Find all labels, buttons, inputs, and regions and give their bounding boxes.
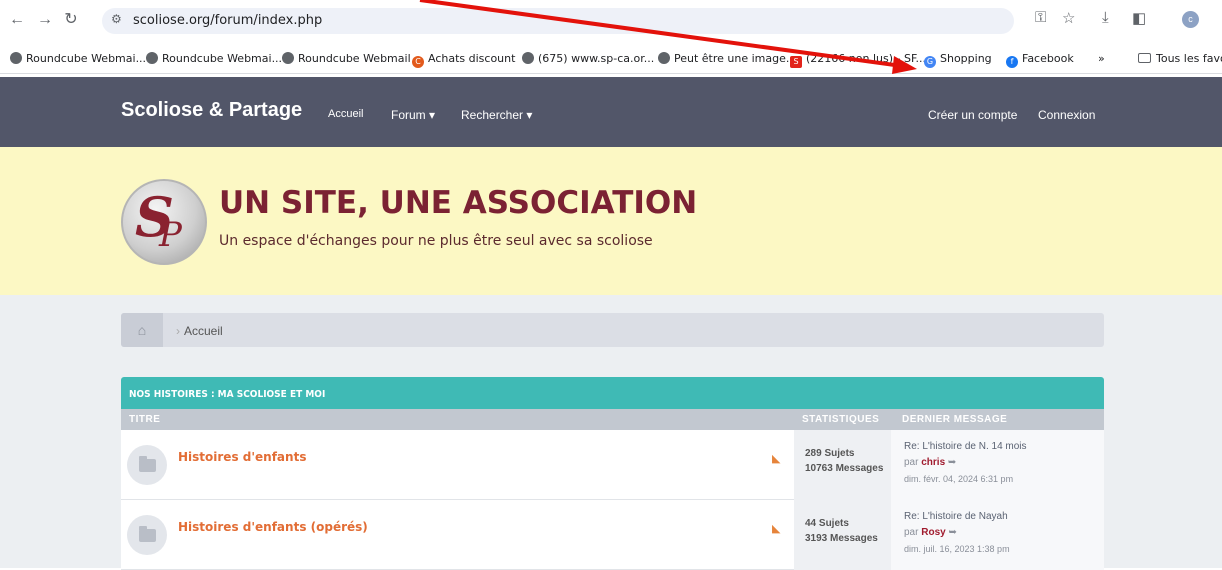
google-icon: G [924,56,936,68]
bookmark-item[interactable]: G Shopping [924,52,992,68]
topic-count: 289 Sujets [805,448,855,459]
logo-letter-p: P [159,215,182,255]
more-bookmarks-button[interactable]: » [1098,52,1105,65]
sfr-icon: S [790,56,802,68]
rss-icon[interactable]: ◣ [772,452,780,465]
forum-row: Histoires d'enfants (opérés) ◣ 44 Sujets… [121,500,1104,570]
key-icon[interactable]: ⚿ [1035,9,1046,26]
forum-title-link[interactable]: Histoires d'enfants (opérés) [178,520,368,534]
goto-post-icon[interactable]: ➥ [948,527,956,538]
last-post-author: par chris ➥ [904,457,957,468]
author-link[interactable]: Rosy [921,527,945,538]
last-post-title[interactable]: Re: L'histoire de N. 14 mois [904,441,1027,452]
site-navbar: Scoliose & Partage Accueil Forum ▾ Reche… [0,77,1222,147]
page-content: ⌂ › Accueil NOS HISTOIRES : MA SCOLIOSE E… [0,295,1222,570]
folder-icon [127,515,167,555]
url-text: scoliose.org/forum/index.php [133,13,323,28]
folder-icon [127,445,167,485]
last-post-author: par Rosy ➥ [904,527,957,538]
bookmark-item[interactable]: Roundcube Webmai... [146,52,282,65]
col-last-message: DERNIER MESSAGE [902,414,1008,425]
nav-accueil[interactable]: Accueil [328,108,363,120]
bookmark-item[interactable]: Roundcube Webmai... [10,52,146,65]
globe-icon [282,52,294,64]
last-post-date: dim. févr. 04, 2024 6:31 pm [904,474,1014,484]
col-title: TITRE [129,414,161,425]
site-brand[interactable]: Scoliose & Partage [121,99,302,122]
globe-icon [146,52,158,64]
bookmark-folder[interactable]: Tous les favo [1138,52,1222,65]
register-link[interactable]: Créer un compte [928,108,1017,122]
globe-icon [522,52,534,64]
site-logo[interactable]: S P [121,179,207,265]
facebook-icon: f [1006,56,1018,68]
hero-subtitle: Un espace d'échanges pour ne plus être s… [219,233,653,249]
bookmarks-bar: Roundcube Webmai... Roundcube Webmai... … [0,46,1222,74]
bookmark-item[interactable]: (675) www.sp-ca.or... [522,52,654,65]
hero-banner: S P UN SITE, UNE ASSOCIATION Un espace d… [0,147,1222,295]
nav-rechercher[interactable]: Rechercher ▾ [461,108,532,122]
chevron-right-icon: › [176,324,180,338]
bookmark-item[interactable]: Peut être une image... [658,52,796,65]
col-stats: STATISTIQUES [802,414,880,425]
back-arrow-icon[interactable]: ← [8,11,26,29]
topic-count: 44 Sujets [805,518,849,529]
goto-post-icon[interactable]: ➥ [948,457,956,468]
globe-icon [10,52,22,64]
message-count: 10763 Messages [805,463,884,474]
bookmark-item[interactable]: C Achats discount [412,52,515,68]
nav-forum[interactable]: Forum ▾ [391,108,435,122]
forum-row: Histoires d'enfants ◣ 289 Sujets 10763 M… [121,430,1104,500]
bookmark-star-icon[interactable]: ☆ [1062,9,1075,27]
forward-arrow-icon[interactable]: → [36,11,54,29]
rss-icon[interactable]: ◣ [772,522,780,535]
download-icon[interactable]: ⤓ [1102,9,1109,26]
column-headers: TITRE STATISTIQUES DERNIER MESSAGE [121,409,1104,430]
bookmark-item[interactable]: Roundcube Webmail [282,52,411,65]
site-info-icon[interactable]: ⚙ [111,12,122,26]
browser-toolbar: ← → ↻ ⚙ scoliose.org/forum/index.php ⚿ ☆… [0,0,1222,46]
forum-category: NOS HISTOIRES : MA SCOLIOSE ET MOI TITRE… [121,377,1104,570]
category-title[interactable]: NOS HISTOIRES : MA SCOLIOSE ET MOI [121,377,1104,409]
breadcrumb: ⌂ › Accueil [121,313,1104,347]
forum-title-link[interactable]: Histoires d'enfants [178,450,306,464]
bookmark-item[interactable]: S (22166 non lus) - SF... [790,52,926,68]
last-post-date: dim. juil. 16, 2023 1:38 pm [904,544,1010,554]
author-link[interactable]: chris [921,457,945,468]
discount-icon: C [412,56,424,68]
home-icon[interactable]: ⌂ [121,313,163,347]
address-bar[interactable]: ⚙ scoliose.org/forum/index.php [102,8,1014,34]
hero-title: UN SITE, UNE ASSOCIATION [219,185,698,221]
folder-icon [1138,53,1151,63]
globe-icon [658,52,670,64]
side-panel-icon[interactable]: ◧ [1132,9,1146,27]
message-count: 3193 Messages [805,533,878,544]
bookmark-item[interactable]: f Facebook [1006,52,1074,68]
breadcrumb-accueil[interactable]: › Accueil [176,324,223,338]
last-post-title[interactable]: Re: L'histoire de Nayah [904,511,1008,522]
profile-avatar[interactable]: c [1182,11,1199,28]
reload-icon[interactable]: ↻ [62,11,80,29]
login-link[interactable]: Connexion [1038,108,1095,122]
